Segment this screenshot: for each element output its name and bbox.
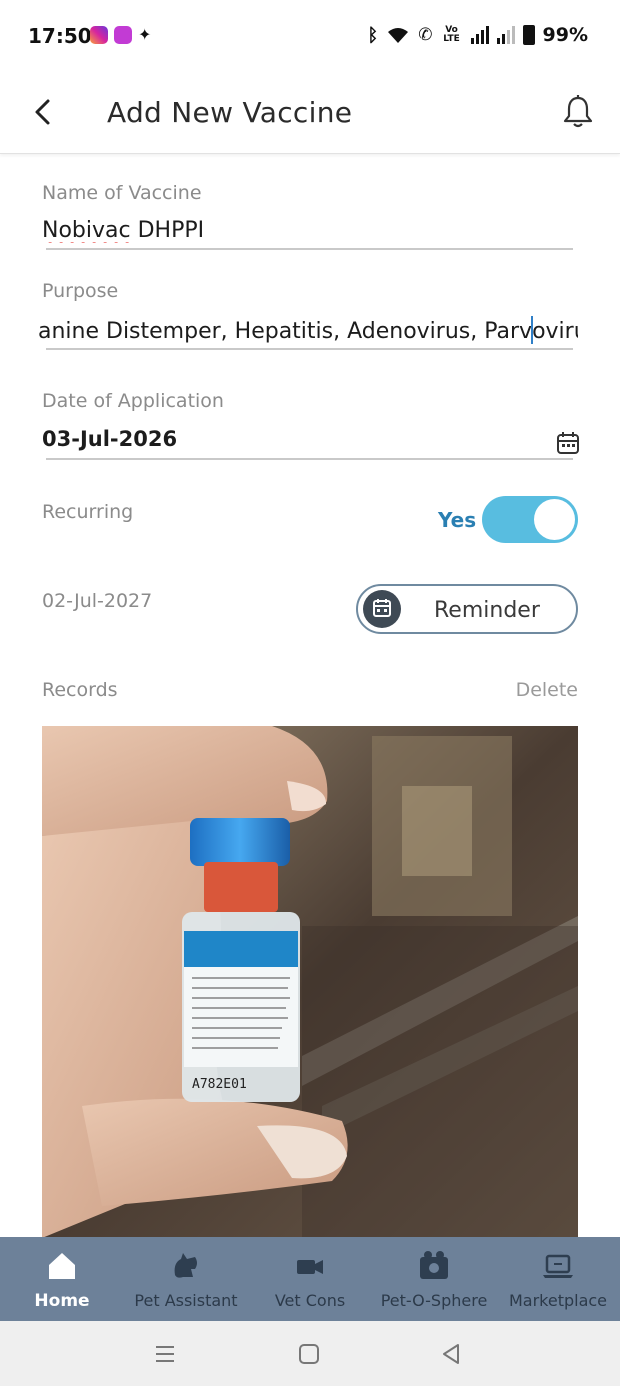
media-app-icon xyxy=(114,26,132,44)
assistant-icon: ✦ xyxy=(138,25,152,44)
nav-item-pet-assistant[interactable]: Pet Assistant xyxy=(124,1237,248,1321)
back-button[interactable] xyxy=(26,94,62,130)
wifi-icon xyxy=(388,28,409,43)
next-due-date: 02-Jul-2027 xyxy=(42,590,153,612)
purpose-label: Purpose xyxy=(42,280,119,302)
vial-lot-number: A782E01 xyxy=(192,1077,247,1092)
reminder-label: Reminder xyxy=(434,598,540,623)
nav-label-pet-o-sphere: Pet-O-Sphere xyxy=(380,1291,488,1310)
records-label: Records xyxy=(42,679,118,701)
notifications-button[interactable] xyxy=(558,92,598,132)
battery-icon xyxy=(522,25,535,45)
video-camera-icon xyxy=(297,1260,323,1274)
vaccine-name-label: Name of Vaccine xyxy=(42,182,202,204)
purpose-underline xyxy=(46,348,573,350)
vaccine-name-underline xyxy=(46,248,573,250)
vaccine-name-part2: DHPPI xyxy=(130,218,205,243)
back-nav-icon[interactable] xyxy=(438,1341,464,1367)
reminder-calendar-icon xyxy=(363,590,401,628)
vaccine-name-input[interactable]: Nobivac DHPPI xyxy=(42,218,204,243)
home-button-icon[interactable] xyxy=(296,1341,322,1367)
vaccine-vial-photo: A782E01 xyxy=(42,726,578,1238)
record-photo[interactable]: A782E01 xyxy=(42,726,578,1238)
nav-item-marketplace[interactable]: Marketplace xyxy=(496,1237,620,1321)
bell-icon xyxy=(563,95,593,128)
page-title: Add New Vaccine xyxy=(107,96,353,129)
status-time: 17:50 xyxy=(28,24,92,48)
recurring-toggle[interactable] xyxy=(482,496,578,543)
signal-strength-icon xyxy=(470,26,489,44)
purpose-text-before-caret: anine Distemper, Hepatitis, Adenovirus, … xyxy=(38,319,533,344)
call-icon: ✆ xyxy=(418,25,433,45)
nav-item-vet-cons[interactable]: Vet Cons xyxy=(248,1237,372,1321)
signal-strength-2-icon xyxy=(496,26,515,44)
nav-item-pet-o-sphere[interactable]: Pet-O-Sphere xyxy=(372,1237,496,1321)
toggle-knob xyxy=(534,499,575,540)
nav-item-home[interactable]: Home xyxy=(0,1237,124,1321)
bottom-navigation: Home Pet Assistant Vet Cons Pet-O-Sphere… xyxy=(0,1237,620,1321)
date-label: Date of Application xyxy=(42,390,224,412)
status-system-icons: ᛒ ✆ Vo LTE 99% xyxy=(367,24,588,46)
calendar-icon[interactable] xyxy=(556,431,580,455)
nav-label-pet-assistant: Pet Assistant xyxy=(134,1291,238,1310)
back-arrow-icon xyxy=(35,99,50,125)
status-notification-icons: ✦ xyxy=(90,26,151,44)
purpose-text-after-caret: oviru xyxy=(532,319,578,344)
date-input[interactable]: 03-Jul-2026 xyxy=(42,427,177,451)
volte-icon: Vo LTE xyxy=(443,25,460,44)
recurring-status: Yes xyxy=(438,508,477,532)
instagram-icon xyxy=(90,26,108,44)
nav-label-marketplace: Marketplace xyxy=(508,1291,608,1310)
recurring-label: Recurring xyxy=(42,501,134,523)
reminder-button[interactable]: Reminder xyxy=(356,584,578,634)
home-icon xyxy=(49,1253,75,1279)
pet-assistant-icon xyxy=(174,1253,197,1278)
laptop-icon xyxy=(543,1254,573,1278)
app-header: Add New Vaccine xyxy=(0,72,620,154)
delete-record-button[interactable]: Delete xyxy=(516,679,578,701)
purpose-input[interactable]: anine Distemper, Hepatitis, Adenovirus, … xyxy=(38,316,578,344)
nav-label-vet-cons: Vet Cons xyxy=(274,1291,346,1310)
recent-apps-icon[interactable] xyxy=(152,1341,178,1367)
status-bar: 17:50 ✦ ᛒ ✆ Vo LTE 99% xyxy=(0,0,620,72)
nav-label-home: Home xyxy=(34,1291,90,1311)
battery-percentage: 99% xyxy=(542,24,588,46)
vaccine-name-part1: Nobivac xyxy=(42,218,131,243)
date-underline xyxy=(46,458,573,460)
pet-o-sphere-icon xyxy=(420,1251,448,1279)
system-navigation-bar xyxy=(0,1321,620,1386)
bluetooth-icon: ᛒ xyxy=(367,24,379,46)
